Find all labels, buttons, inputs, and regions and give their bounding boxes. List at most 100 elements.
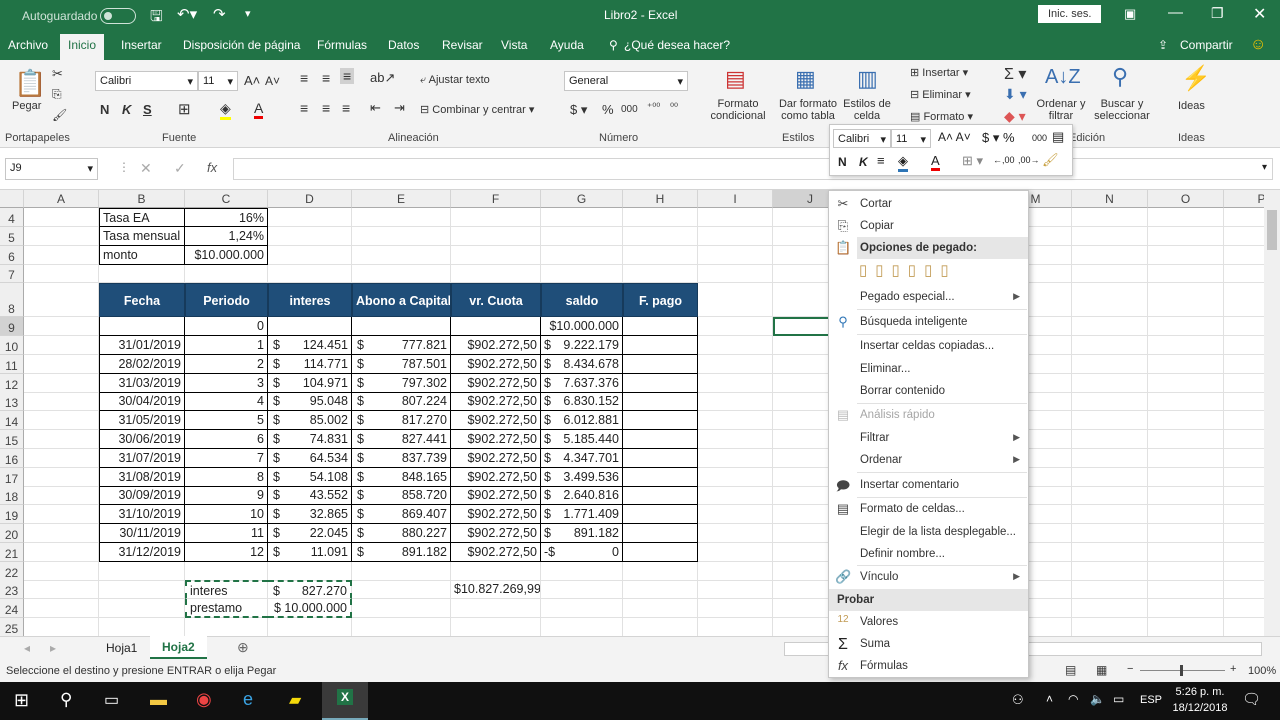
cell-fecha[interactable]: 28/02/2019	[99, 355, 185, 374]
tab-ayuda[interactable]: Ayuda	[550, 38, 584, 52]
cell[interactable]	[24, 374, 99, 393]
sheet-tab-hoja2[interactable]: Hoja2	[150, 636, 207, 659]
table-header[interactable]: Periodo	[185, 283, 268, 317]
param-label[interactable]: Tasa EA	[99, 208, 185, 227]
cell[interactable]	[1148, 524, 1224, 543]
cell-interes[interactable]: 124.451 $	[268, 336, 352, 355]
cell[interactable]	[24, 543, 99, 562]
menu-item-define-name[interactable]: Definir nombre...	[829, 543, 1028, 565]
cell-cuota[interactable]: $902.272,50	[451, 543, 541, 562]
cell-interes[interactable]: 54.108 $	[268, 468, 352, 487]
zoom-out-icon[interactable]: −	[1127, 663, 1133, 675]
cell-cuota[interactable]: $902.272,50	[451, 392, 541, 411]
summary-interes-label[interactable]: interes	[185, 580, 268, 599]
cell[interactable]	[1224, 208, 1264, 227]
cell[interactable]	[451, 562, 541, 581]
cell[interactable]	[352, 618, 451, 636]
cell-periodo[interactable]: 10	[185, 505, 268, 524]
wifi-icon[interactable]: ◠	[1068, 692, 1078, 706]
cell[interactable]	[1072, 524, 1148, 543]
cell[interactable]	[1072, 486, 1148, 505]
cell[interactable]	[1148, 430, 1224, 449]
cell[interactable]	[451, 618, 541, 636]
menu-item-insert-copied[interactable]: Insertar celdas copiadas...	[829, 335, 1028, 357]
paste-link-icon[interactable]: ▯	[940, 262, 956, 279]
cell[interactable]	[1148, 449, 1224, 468]
align-right-icon[interactable]: ≡	[342, 100, 350, 116]
menu-item-pick-list[interactable]: Elegir de la lista desplegable...	[829, 521, 1028, 543]
cell-interes[interactable]: 74.831 $	[268, 430, 352, 449]
cell-periodo[interactable]: 12	[185, 543, 268, 562]
cell[interactable]	[99, 618, 185, 636]
tab-insertar[interactable]: Insertar	[121, 38, 162, 52]
cell[interactable]	[1148, 562, 1224, 581]
row-header-19[interactable]: 19	[0, 505, 24, 524]
cell-fpago[interactable]	[623, 430, 698, 449]
format-painter-icon[interactable]: 🖌	[52, 108, 67, 122]
cell[interactable]	[698, 562, 773, 581]
grow-font-icon[interactable]: A˄	[244, 73, 260, 88]
sort-filter-icon[interactable]: A↓Z	[1045, 66, 1081, 89]
cell[interactable]	[698, 505, 773, 524]
mini-increase-decimal-icon[interactable]: ←,00	[993, 155, 1015, 165]
cell-periodo[interactable]: 6	[185, 430, 268, 449]
mini-table-format-icon[interactable]: ▤	[1052, 129, 1064, 145]
battery-icon[interactable]: ▭	[1113, 692, 1124, 706]
vertical-scrollbar[interactable]	[1264, 190, 1280, 636]
cell[interactable]	[99, 580, 185, 599]
cell-abono[interactable]: 817.270 $	[352, 411, 451, 430]
column-header-d[interactable]: D	[268, 190, 352, 208]
zoom-slider[interactable]	[1140, 665, 1225, 676]
cell[interactable]	[24, 246, 99, 265]
clear-icon[interactable]: ◆ ▾	[1004, 108, 1026, 125]
cell-fpago[interactable]	[623, 336, 698, 355]
table-header[interactable]: Abono a Capital	[352, 283, 451, 317]
tell-me-input[interactable]: ¿Qué desea hacer?	[624, 38, 730, 52]
cell[interactable]	[1072, 317, 1148, 336]
fill-icon[interactable]: ⬇ ▾	[1004, 86, 1027, 103]
clock-date[interactable]: 18/12/2018	[1170, 702, 1230, 714]
mini-center-icon[interactable]: ≡	[877, 153, 885, 168]
cell-fpago[interactable]	[623, 543, 698, 562]
cell[interactable]	[698, 374, 773, 393]
cell[interactable]	[1224, 265, 1264, 283]
cell-fpago[interactable]	[623, 486, 698, 505]
cell-abono[interactable]: 797.302 $	[352, 374, 451, 393]
param-label[interactable]: monto	[99, 246, 185, 265]
language-indicator[interactable]: ESP	[1140, 694, 1162, 706]
cell[interactable]	[1224, 430, 1264, 449]
cell[interactable]	[1224, 355, 1264, 374]
cell[interactable]	[24, 265, 99, 283]
cell[interactable]	[698, 336, 773, 355]
menu-item-paste-special[interactable]: Pegado especial... ▶	[829, 286, 1028, 308]
cell[interactable]	[698, 283, 773, 317]
cell[interactable]	[1148, 374, 1224, 393]
format-as-table-icon[interactable]: ▦	[795, 66, 816, 92]
cell[interactable]	[24, 317, 99, 336]
bold-button[interactable]: N	[100, 102, 109, 117]
close-icon[interactable]: ✕	[1253, 4, 1266, 24]
cell-periodo[interactable]: 8	[185, 468, 268, 487]
menu-item-smart-lookup[interactable]: ⚲ Búsqueda inteligente	[829, 311, 1028, 333]
cell[interactable]	[24, 505, 99, 524]
cell[interactable]	[24, 208, 99, 227]
cell[interactable]	[451, 599, 541, 618]
cell-cuota[interactable]: $902.272,50	[451, 336, 541, 355]
param-label[interactable]: Tasa mensual	[99, 227, 185, 246]
paste-icon[interactable]: 📋	[14, 68, 46, 99]
cell-interes[interactable]: 85.002 $	[268, 411, 352, 430]
cell[interactable]	[1148, 411, 1224, 430]
row-header-25[interactable]: 25	[0, 618, 24, 636]
cell[interactable]	[1224, 562, 1264, 581]
cell[interactable]	[1072, 374, 1148, 393]
cell-cuota[interactable]: $902.272,50	[451, 411, 541, 430]
cell[interactable]	[1224, 449, 1264, 468]
cell[interactable]	[1072, 580, 1148, 599]
font-color-icon[interactable]: A	[254, 100, 264, 119]
customize-qat-icon[interactable]: ▾	[245, 7, 251, 20]
cell[interactable]	[1072, 505, 1148, 524]
cell-cuota[interactable]: $902.272,50	[451, 449, 541, 468]
cell[interactable]	[185, 265, 268, 283]
paste-formatting-icon[interactable]: ▯	[924, 262, 940, 279]
cell[interactable]	[1072, 265, 1148, 283]
